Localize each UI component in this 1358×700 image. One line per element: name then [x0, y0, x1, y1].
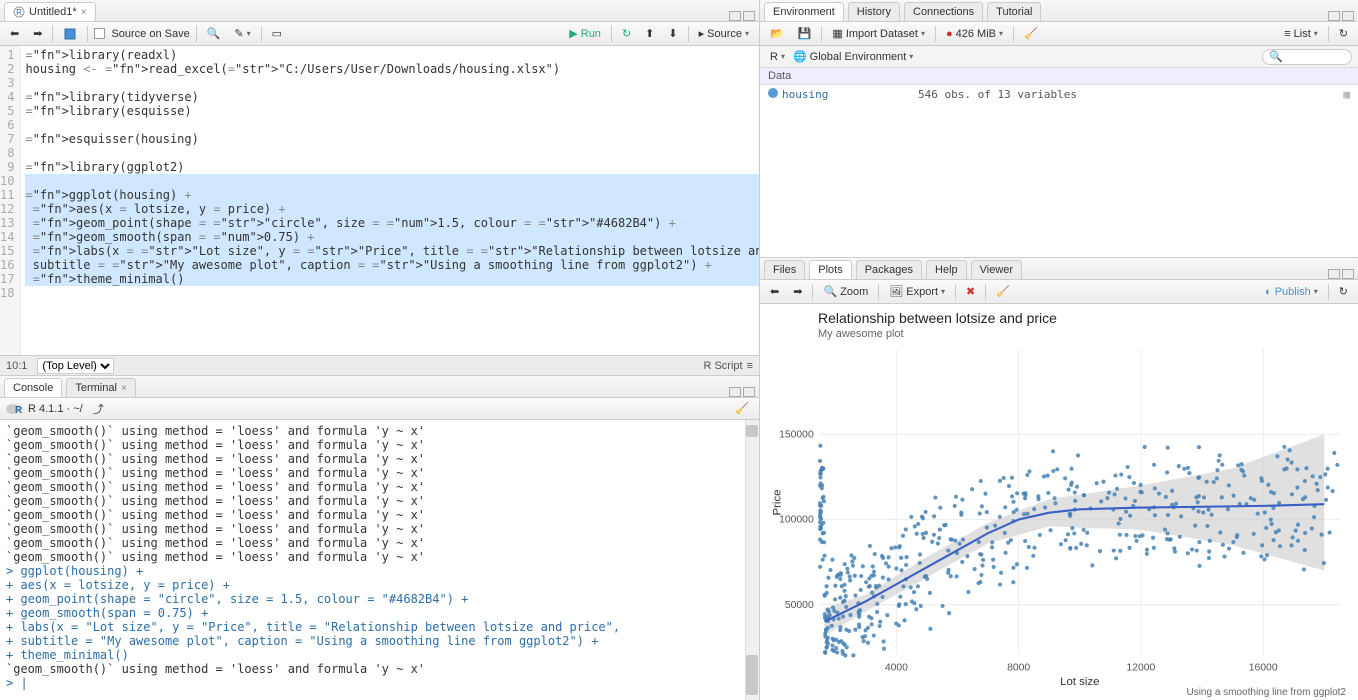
- plot-subtitle: My awesome plot: [818, 328, 1350, 340]
- grid-icon[interactable]: ▦: [1343, 88, 1350, 101]
- load-workspace-button[interactable]: 📂: [766, 25, 788, 42]
- svg-text:R: R: [16, 8, 22, 17]
- env-scope-button[interactable]: 🌐 Global Environment ▾: [789, 48, 917, 65]
- plots-window-buttons[interactable]: [1328, 269, 1358, 279]
- prev-plot-button[interactable]: ⬅: [766, 283, 783, 300]
- remove-plot-button[interactable]: ✖: [962, 283, 979, 300]
- file-type-label[interactable]: R Script: [703, 360, 742, 372]
- source-window-buttons[interactable]: [729, 11, 759, 21]
- export-button[interactable]: 🖼 Export ▾: [885, 283, 949, 300]
- source-tabbar: R Untitled1* ×: [0, 0, 759, 22]
- memory-indicator[interactable]: ● 426 MiB ▾: [942, 26, 1007, 42]
- source-tab-label: Untitled1*: [29, 6, 77, 18]
- refresh-env-button[interactable]: ↻: [1335, 25, 1352, 42]
- clear-plots-button[interactable]: 🧹: [992, 283, 1014, 300]
- env-row[interactable]: housing 546 obs. of 13 variables ▦: [760, 85, 1358, 104]
- plot-caption: Using a smoothing line from ggplot2: [768, 687, 1350, 698]
- plots-tab-plots[interactable]: Plots: [809, 260, 851, 279]
- source-tab[interactable]: R Untitled1* ×: [4, 2, 96, 21]
- console-toolbar: R R 4.1.1 · ~/ ⤴ 🧹: [0, 398, 759, 420]
- find-button[interactable]: 🔍: [203, 25, 225, 42]
- close-tab-icon[interactable]: ×: [81, 7, 87, 18]
- code-editor[interactable]: ="fn">library(readxl)housing <- ="fn">re…: [21, 46, 759, 355]
- env-section-header: Data: [760, 68, 1358, 85]
- plot-title: Relationship between lotsize and price: [818, 310, 1350, 326]
- svg-text:12000: 12000: [1126, 662, 1155, 673]
- source-statusbar: 10:1 (Top Level) R Script ≡: [0, 355, 759, 375]
- env-data-list: housing 546 obs. of 13 variables ▦: [760, 85, 1358, 104]
- console-scrollbar[interactable]: [745, 420, 759, 700]
- source-button[interactable]: ▸ Source ▾: [695, 25, 753, 42]
- plots-tabbar: FilesPlots PackagesHelpViewer: [760, 258, 1358, 280]
- wand-button[interactable]: ✎▾: [230, 25, 254, 42]
- source-on-save-checkbox[interactable]: [94, 28, 105, 39]
- up-button[interactable]: ⬆: [641, 25, 658, 42]
- terminal-tab[interactable]: Terminal ×: [66, 378, 135, 397]
- console-window-buttons[interactable]: [729, 387, 759, 397]
- env-tab-history[interactable]: History: [848, 2, 900, 21]
- console-tabbar: Console Terminal ×: [0, 376, 759, 398]
- compile-button[interactable]: ▭: [268, 25, 286, 42]
- plot-area: Relationship between lotsize and price M…: [760, 304, 1358, 700]
- run-button[interactable]: ▶ Run: [565, 25, 605, 42]
- view-mode-button[interactable]: ≡ List ▾: [1280, 26, 1322, 42]
- next-plot-button[interactable]: ➡: [789, 283, 806, 300]
- svg-text:R: R: [15, 405, 22, 416]
- svg-text:16000: 16000: [1249, 662, 1278, 673]
- console-path: R 4.1.1 · ~/: [28, 403, 83, 415]
- console-goto-icon[interactable]: ⤴: [89, 399, 108, 419]
- line-gutter: 123456789101112131415161718: [0, 46, 21, 355]
- plots-tab-files[interactable]: Files: [764, 260, 805, 279]
- env-window-buttons[interactable]: [1328, 11, 1358, 21]
- scope-selector[interactable]: (Top Level): [37, 358, 114, 374]
- env-toolbar: 📂 💾 ▦ Import Dataset ▾ ● 426 MiB ▾ 🧹 ≡ L…: [760, 22, 1358, 46]
- console-output[interactable]: `geom_smooth()` using method = 'loess' a…: [0, 420, 759, 700]
- plots-tab-packages[interactable]: Packages: [856, 260, 922, 279]
- clear-env-button[interactable]: 🧹: [1020, 25, 1042, 42]
- down-button[interactable]: ⬇: [664, 25, 681, 42]
- r-file-icon: R: [13, 6, 25, 18]
- plot-svg: 4000 8000 12000 16000 50000 100000 150000 Lot s…: [768, 344, 1350, 687]
- svg-text:50000: 50000: [785, 600, 814, 611]
- source-toolbar: ⬅ ➡ Source on Save 🔍 ✎▾ ▭ ▶ Run ↻ ⬆ ⬇: [0, 22, 759, 46]
- svg-text:150000: 150000: [779, 430, 814, 441]
- env-tab-tutorial[interactable]: Tutorial: [987, 2, 1041, 21]
- env-tab-connections[interactable]: Connections: [904, 2, 983, 21]
- clear-console-button[interactable]: 🧹: [731, 400, 753, 417]
- env-tabbar: EnvironmentHistoryConnectionsTutorial: [760, 0, 1358, 22]
- plots-tab-viewer[interactable]: Viewer: [971, 260, 1022, 279]
- import-dataset-button[interactable]: ▦ Import Dataset ▾: [828, 25, 929, 42]
- console-tab[interactable]: Console: [4, 378, 62, 397]
- rerun-button[interactable]: ↻: [618, 25, 635, 42]
- r-logo-icon: R: [6, 402, 22, 416]
- refresh-plot-button[interactable]: ↻: [1335, 283, 1352, 300]
- zoom-button[interactable]: 🔍 Zoom: [819, 283, 872, 300]
- env-tab-environment[interactable]: Environment: [764, 2, 844, 21]
- publish-button[interactable]: ◐ Publish ▾: [1261, 284, 1322, 300]
- svg-text:4000: 4000: [885, 662, 908, 673]
- svg-text:100000: 100000: [779, 515, 814, 526]
- svg-text:Lot size: Lot size: [1060, 676, 1099, 687]
- source-on-save-label: Source on Save: [111, 28, 189, 40]
- save-workspace-button[interactable]: 💾: [794, 25, 816, 42]
- env-scope-bar: R ▾ 🌐 Global Environment ▾: [760, 46, 1358, 68]
- env-search-input[interactable]: [1262, 49, 1352, 65]
- svg-text:Price: Price: [771, 490, 783, 516]
- svg-text:8000: 8000: [1007, 662, 1030, 673]
- back-button[interactable]: ⬅: [6, 25, 23, 42]
- cursor-pos: 10:1: [6, 360, 27, 372]
- plots-toolbar: ⬅ ➡ 🔍 Zoom 🖼 Export ▾ ✖ 🧹 ◐ Publish ▾ ↻: [760, 280, 1358, 304]
- save-button[interactable]: [59, 25, 81, 43]
- plots-tab-help[interactable]: Help: [926, 260, 967, 279]
- forward-button[interactable]: ➡: [29, 25, 46, 42]
- r-scope-button[interactable]: R ▾: [766, 49, 789, 65]
